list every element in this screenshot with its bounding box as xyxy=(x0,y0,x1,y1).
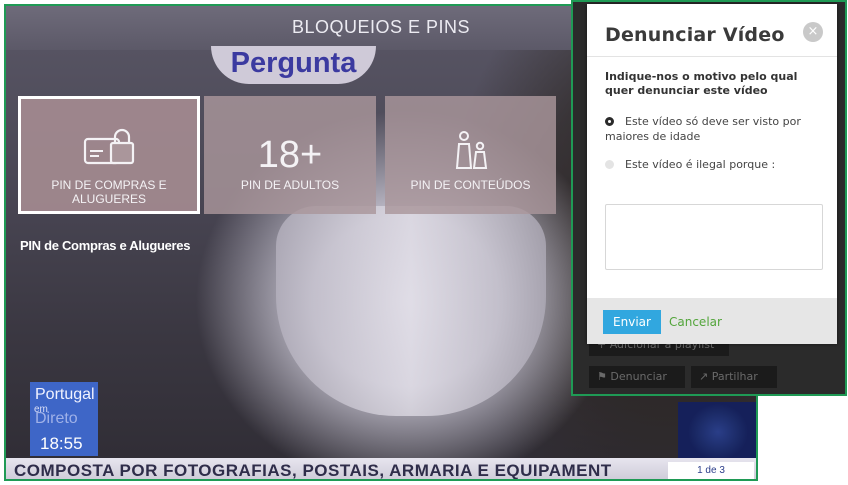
ticker-text: COMPOSTA POR FOTOGRAFIAS, POSTAIS, ARMAR… xyxy=(14,461,612,480)
cancel-link[interactable]: Cancelar xyxy=(669,310,722,334)
option-label: Este vídeo é ilegal porque : xyxy=(625,158,776,171)
report-button-label: Denunciar xyxy=(610,370,667,383)
credit-card-lock-icon xyxy=(21,127,197,172)
share-button[interactable]: ↗ Partilhar xyxy=(691,366,777,388)
dialog-title: Denunciar Vídeo xyxy=(605,24,785,46)
share-button-label: Partilhar xyxy=(711,370,758,383)
share-icon: ↗ xyxy=(699,370,709,383)
dialog-footer: Enviar Cancelar xyxy=(587,298,837,344)
broadcast-clock: 18:55 xyxy=(40,434,83,453)
pin-card-label: PIN DE COMPRAS E ALUGUERES xyxy=(51,178,167,206)
flag-icon: ⚑ xyxy=(597,370,607,383)
close-icon[interactable]: × xyxy=(803,22,823,42)
selected-pin-caption: PIN de Compras e Alugueres xyxy=(20,238,191,253)
option-illegal[interactable]: Este vídeo é ilegal porque : xyxy=(605,157,829,173)
dialog-divider xyxy=(587,56,837,57)
option-label: Este vídeo só deve ser visto por maiores… xyxy=(605,115,801,143)
pin-card-content[interactable]: PIN DE CONTEÚDOS xyxy=(385,96,556,214)
send-button[interactable]: Enviar xyxy=(603,310,661,334)
report-button[interactable]: ⚑ Denunciar xyxy=(589,366,685,388)
report-dialog: Denunciar Vídeo × Indique-nos o motivo p… xyxy=(587,4,837,344)
report-panel: + Adicionar à playlist ⚑ Denunciar ↗ Par… xyxy=(571,0,847,396)
pin-card-adults[interactable]: 18+ PIN DE ADULTOS xyxy=(204,96,376,214)
channel-logo-line3: Direto xyxy=(35,410,78,427)
reason-textarea[interactable] xyxy=(605,204,823,270)
background-object xyxy=(276,206,546,416)
ticker-page-indicator: 1 de 3 xyxy=(668,462,754,479)
channel-logo-line1: Portugal xyxy=(35,386,95,403)
pin-card-label: PIN DE ADULTOS xyxy=(240,178,340,192)
adult-rating-label: 18+ xyxy=(257,134,323,176)
option-adults-only[interactable]: Este vídeo só deve ser visto por maiores… xyxy=(605,114,829,146)
news-ticker: COMPOSTA POR FOTOGRAFIAS, POSTAIS, ARMAR… xyxy=(6,458,756,480)
pin-card-purchases[interactable]: PIN DE COMPRAS E ALUGUERES xyxy=(18,96,200,214)
people-icon xyxy=(385,130,556,175)
dialog-question: Indique-nos o motivo pelo qual quer denu… xyxy=(605,70,798,97)
pin-card-label: PIN DE CONTEÚDOS xyxy=(410,178,531,192)
show-logo: Pergunta xyxy=(211,46,376,84)
